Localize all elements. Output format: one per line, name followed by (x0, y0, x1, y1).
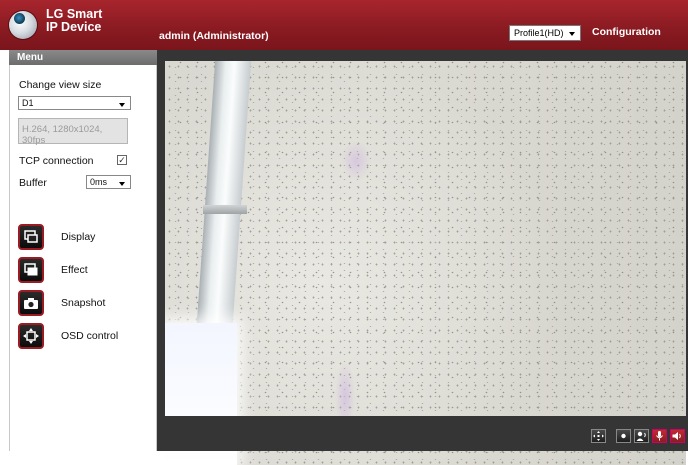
chevron-down-icon (119, 103, 125, 107)
talk-icon (636, 431, 646, 441)
effect-icon (24, 263, 38, 276)
live-video-frame[interactable] (165, 61, 686, 465)
view-size-select[interactable]: D1 (18, 96, 131, 110)
effect-label: Effect (61, 264, 88, 276)
ptz-button[interactable] (591, 429, 606, 443)
chevron-down-icon (569, 32, 575, 36)
effect-button[interactable] (18, 257, 44, 283)
chevron-down-icon (119, 182, 125, 186)
light-glare (341, 141, 371, 181)
microphone-button[interactable] (652, 429, 667, 443)
profile-select-value: Profile1(HD) (514, 28, 564, 38)
display-button[interactable] (18, 224, 44, 250)
top-header: LG Smart IP Device admin (Administrator)… (0, 0, 688, 50)
current-user: admin (Administrator) (159, 30, 269, 42)
tcp-connection-checkbox[interactable]: ✓ (117, 155, 127, 165)
tcp-connection-label: TCP connection (19, 155, 94, 167)
menu-title: Menu (9, 50, 157, 65)
osd-move-icon (23, 328, 39, 344)
view-size-label: Change view size (19, 79, 102, 91)
video-control-bar (157, 416, 688, 451)
pipe-clamp (203, 205, 247, 214)
stream-info: H.264, 1280x1024, 30fps (18, 118, 128, 146)
osd-control-label: OSD control (61, 330, 119, 342)
camera-icon (24, 298, 38, 309)
record-icon (621, 433, 626, 439)
profile-select[interactable]: Profile1(HD) (509, 25, 581, 41)
video-area (157, 50, 688, 465)
snapshot-button[interactable] (18, 290, 44, 316)
ptz-icon (593, 431, 604, 441)
speaker-button[interactable] (670, 429, 685, 443)
view-size-value: D1 (22, 98, 34, 108)
talk-button[interactable] (634, 429, 649, 443)
record-button[interactable] (616, 429, 631, 443)
configuration-link[interactable]: Configuration (592, 26, 661, 38)
display-icon (24, 230, 38, 243)
speaker-icon (672, 432, 681, 440)
brand-title: LG Smart IP Device (46, 8, 102, 34)
microphone-icon (656, 431, 663, 441)
buffer-select[interactable]: 0ms (86, 175, 131, 189)
buffer-value: 0ms (90, 177, 108, 187)
brand-line2: IP Device (46, 20, 102, 34)
display-label: Display (61, 231, 96, 243)
logo-lens-icon (14, 13, 25, 24)
buffer-label: Buffer (19, 177, 47, 189)
snapshot-label: Snapshot (61, 297, 106, 309)
osd-control-button[interactable] (18, 323, 44, 349)
